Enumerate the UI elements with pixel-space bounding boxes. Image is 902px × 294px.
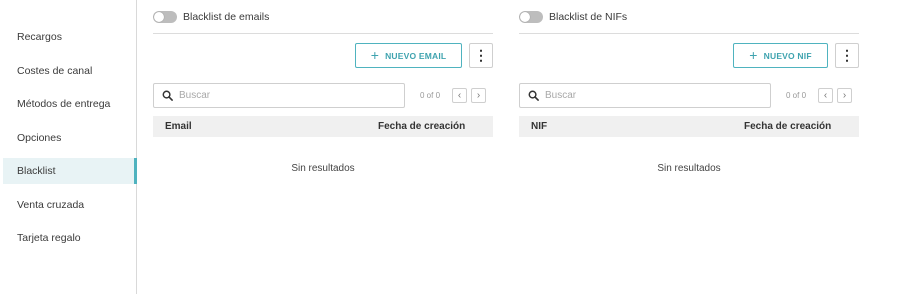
nif-next-page-button[interactable]: › xyxy=(837,88,852,103)
email-prev-page-button[interactable]: ‹ xyxy=(452,88,467,103)
sidebar-item-label: Blacklist xyxy=(17,165,56,177)
email-blacklist-panel: Blacklist de emails + NUEVO EMAIL ⋮ 0 of… xyxy=(153,0,493,294)
email-search-input[interactable] xyxy=(179,90,379,101)
chevron-left-icon: ‹ xyxy=(457,90,462,101)
nif-blacklist-panel: Blacklist de NIFs + NUEVO NIF ⋮ 0 of 0 ‹… xyxy=(519,0,859,294)
nif-empty-state: Sin resultados xyxy=(657,163,721,174)
chevron-right-icon: › xyxy=(842,90,847,101)
new-email-button[interactable]: + NUEVO EMAIL xyxy=(355,43,462,68)
sidebar-item-recargos[interactable]: Recargos xyxy=(3,24,136,50)
email-table-header: Email Fecha de creación xyxy=(153,116,493,137)
email-blacklist-toggle-row: Blacklist de emails xyxy=(153,8,269,26)
sidebar-item-label: Métodos de entrega xyxy=(17,98,111,110)
search-icon xyxy=(528,90,539,101)
column-header-fecha-creacion[interactable]: Fecha de creación xyxy=(378,116,465,137)
email-pager-count: 0 of 0 xyxy=(420,91,441,100)
plus-icon: + xyxy=(370,47,380,63)
email-next-page-button[interactable]: › xyxy=(471,88,486,103)
sidebar-item-label: Costes de canal xyxy=(17,65,93,77)
new-nif-button-label: NUEVO NIF xyxy=(763,50,812,61)
divider xyxy=(153,33,493,34)
email-search-field[interactable] xyxy=(153,83,405,108)
email-blacklist-toggle-label: Blacklist de emails xyxy=(183,11,270,23)
column-header-nif[interactable]: NIF xyxy=(531,116,547,137)
sidebar-item-tarjeta-regalo[interactable]: Tarjeta regalo xyxy=(3,225,136,251)
nif-table-header: NIF Fecha de creación xyxy=(519,116,859,137)
nif-pager-count: 0 of 0 xyxy=(786,91,807,100)
column-header-email[interactable]: Email xyxy=(165,116,192,137)
nif-more-options-button[interactable]: ⋮ xyxy=(835,43,859,68)
sidebar-item-label: Tarjeta regalo xyxy=(17,232,81,244)
email-blacklist-toggle[interactable] xyxy=(153,11,177,23)
sidebar-item-opciones[interactable]: Opciones xyxy=(3,125,136,151)
nif-blacklist-toggle-row: Blacklist de NIFs xyxy=(519,8,627,26)
nif-prev-page-button[interactable]: ‹ xyxy=(818,88,833,103)
new-email-button-label: NUEVO EMAIL xyxy=(385,50,447,61)
sidebar-item-label: Venta cruzada xyxy=(17,199,85,211)
plus-icon: + xyxy=(749,47,758,63)
more-vertical-icon: ⋮ xyxy=(474,47,488,63)
sidebar-item-venta-cruzada[interactable]: Venta cruzada xyxy=(3,192,136,218)
chevron-right-icon: › xyxy=(476,90,481,101)
sidebar-item-label: Recargos xyxy=(17,31,62,43)
email-empty-state: Sin resultados xyxy=(291,163,355,174)
search-icon xyxy=(162,90,173,101)
settings-sidebar: Recargos Costes de canal Métodos de entr… xyxy=(0,0,137,294)
email-more-options-button[interactable]: ⋮ xyxy=(469,43,493,68)
nif-search-input[interactable] xyxy=(545,90,745,101)
sidebar-item-label: Opciones xyxy=(17,132,62,144)
more-vertical-icon: ⋮ xyxy=(840,47,854,63)
divider xyxy=(519,33,859,34)
column-header-fecha-creacion[interactable]: Fecha de creación xyxy=(744,116,831,137)
nif-blacklist-toggle[interactable] xyxy=(519,11,543,23)
sidebar-item-metodos-de-entrega[interactable]: Métodos de entrega xyxy=(3,91,136,117)
nif-blacklist-toggle-label: Blacklist de NIFs xyxy=(549,11,628,23)
chevron-left-icon: ‹ xyxy=(823,90,828,101)
new-nif-button[interactable]: + NUEVO NIF xyxy=(733,43,828,68)
sidebar-item-blacklist[interactable]: Blacklist xyxy=(3,158,137,184)
sidebar-item-costes-de-canal[interactable]: Costes de canal xyxy=(3,58,136,84)
nif-search-field[interactable] xyxy=(519,83,771,108)
